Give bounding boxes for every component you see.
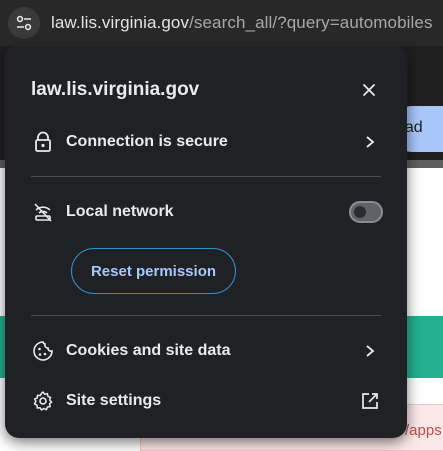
address-bar: law.lis.virginia.gov/search_all/?query=a…: [0, 0, 443, 46]
page-alert-link-text[interactable]: /apps: [405, 422, 442, 439]
local-network-row: Local network: [5, 188, 407, 236]
close-icon: [363, 84, 375, 96]
browser-window: oad /apps law.lis.virginia.gov/search_al…: [0, 0, 443, 451]
open-external-icon: [362, 393, 378, 409]
toggle-knob: [354, 206, 366, 218]
cookies-label: Cookies and site data: [66, 342, 231, 359]
tune-icon: [16, 15, 32, 31]
gear-icon: [33, 391, 53, 411]
local-network-toggle[interactable]: [349, 201, 383, 223]
cookie-icon: [33, 341, 53, 361]
local-network-label: Local network: [66, 203, 174, 220]
lock-icon: [35, 131, 51, 152]
popup-title: law.lis.virginia.gov: [31, 79, 200, 100]
site-settings-row[interactable]: Site settings: [5, 377, 407, 425]
network-off-icon: [34, 203, 52, 222]
url-host: law.lis.virginia.gov: [51, 13, 190, 32]
divider: [31, 315, 381, 316]
cookies-row[interactable]: Cookies and site data: [5, 327, 407, 375]
site-info-popup: law.lis.virginia.gov Connection is secur…: [5, 46, 407, 438]
url-text[interactable]: law.lis.virginia.gov/search_all/?query=a…: [51, 13, 433, 33]
site-info-button[interactable]: [8, 7, 40, 39]
close-button[interactable]: [355, 76, 383, 104]
divider: [31, 176, 381, 177]
connection-row[interactable]: Connection is secure: [5, 118, 407, 166]
reset-permission-button[interactable]: Reset permission: [71, 248, 236, 294]
chevron-right-icon: [366, 136, 375, 148]
chevron-right-icon: [366, 345, 375, 357]
connection-label: Connection is secure: [66, 133, 228, 150]
url-path: /search_all/?query=automobiles: [189, 13, 433, 32]
site-settings-label: Site settings: [66, 392, 162, 409]
page-left-edge: [0, 122, 4, 138]
